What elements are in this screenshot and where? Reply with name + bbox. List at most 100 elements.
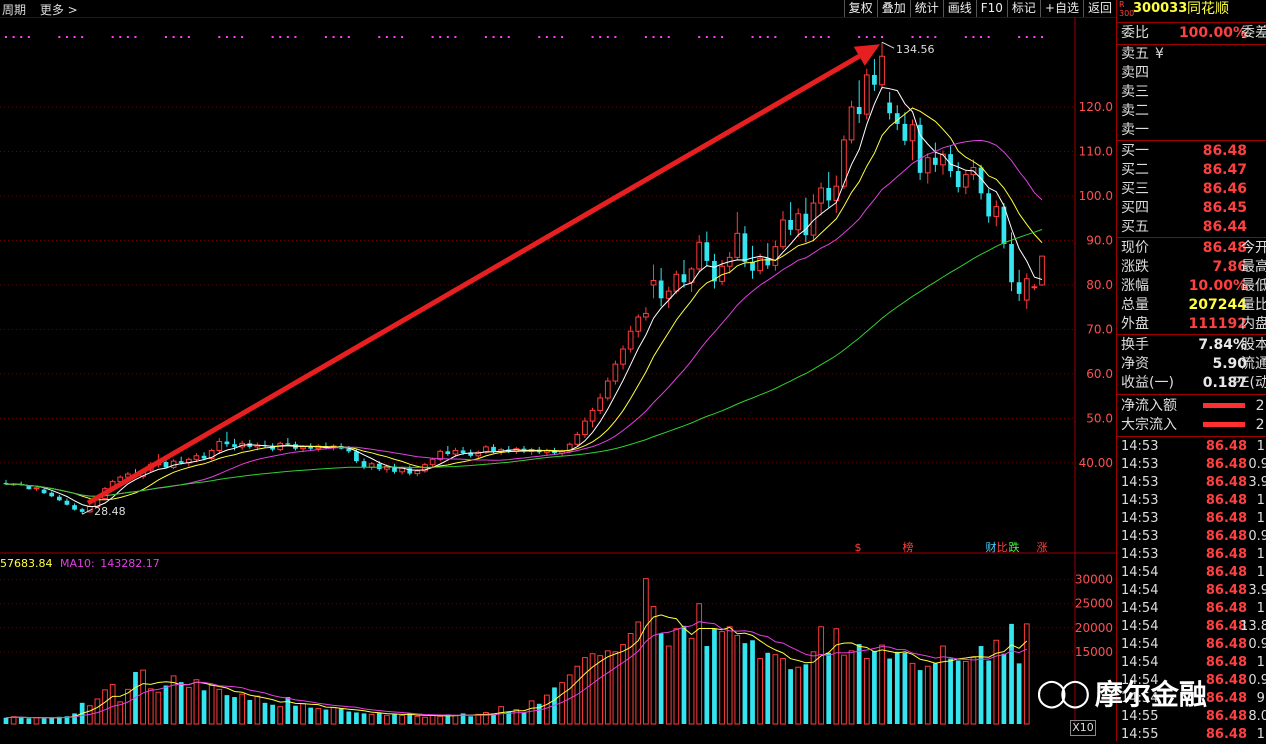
- tick-volume: 9.: [1256, 691, 1266, 706]
- signal-dot: [279, 36, 282, 38]
- signal-dot: [58, 36, 61, 38]
- tick-time: 14:53: [1121, 511, 1159, 526]
- watermark-logo: ○○ 摩尔金融: [1036, 672, 1207, 713]
- back-button[interactable]: 返回: [1082, 0, 1116, 17]
- stock-badge: R 300: [1119, 0, 1134, 18]
- tick-price: 86.48: [1205, 457, 1247, 472]
- volume-bar: [102, 689, 108, 725]
- volume-bar: [315, 708, 322, 725]
- volume-bar: [681, 625, 687, 724]
- tick-row: 14:54 86.48 13.8: [1121, 618, 1266, 636]
- sell-row: 卖三: [1121, 83, 1266, 101]
- candle-body: [795, 213, 802, 231]
- period-menu[interactable]: 周期: [2, 3, 26, 17]
- signal-dot: [538, 36, 541, 38]
- volume-bar: [368, 713, 375, 725]
- more-menu[interactable]: 更多 >: [40, 3, 78, 17]
- volume-bar: [468, 716, 474, 724]
- f10-button[interactable]: F10: [975, 0, 1007, 17]
- volume-bar: [308, 707, 314, 724]
- candle-body: [41, 489, 47, 494]
- restore-rights-button[interactable]: 复权: [843, 0, 877, 17]
- signal-dot: [926, 36, 929, 38]
- tick-time: 14:54: [1121, 637, 1159, 652]
- volume-bar: [643, 578, 649, 725]
- candle-body: [650, 280, 657, 286]
- volume-bar: [185, 686, 192, 725]
- signal-dot: [919, 36, 922, 38]
- signal-dot: [812, 36, 815, 38]
- candle-body: [361, 461, 367, 468]
- candle-body: [460, 450, 466, 454]
- volume-bar: [376, 712, 382, 724]
- candle-body: [170, 460, 177, 468]
- statistics-button[interactable]: 统计: [909, 0, 943, 17]
- volume-bar: [33, 717, 40, 725]
- quote-tail: 量比: [1241, 297, 1266, 313]
- sell-label: 卖二: [1121, 103, 1149, 119]
- volume-bar: [399, 714, 405, 725]
- signal-dot: [1033, 36, 1036, 38]
- volume-bar: [818, 626, 824, 725]
- signal-dot: [164, 36, 167, 38]
- tick-time: 14:54: [1121, 565, 1159, 580]
- mark-button[interactable]: 标记: [1006, 0, 1040, 17]
- volume-bar: [384, 714, 390, 725]
- signal-dot: [454, 36, 457, 38]
- add-watchlist-button[interactable]: +自选: [1039, 0, 1083, 17]
- divider: [1117, 394, 1266, 395]
- volume-bar: [407, 713, 413, 724]
- volume-bar: [917, 670, 923, 724]
- volume-multiplier[interactable]: X10: [1070, 720, 1096, 736]
- draw-line-button[interactable]: 画线: [942, 0, 976, 17]
- tick-time: 14:54: [1121, 619, 1159, 634]
- buy-row: 买一 86.48: [1121, 142, 1266, 160]
- ma20-line: [5, 139, 1043, 497]
- volume-bar: [719, 631, 725, 725]
- candle-body: [491, 446, 496, 452]
- volume-bar: [665, 645, 672, 725]
- signal-dot: [774, 36, 777, 38]
- sell-label: 卖三: [1121, 84, 1149, 100]
- volume-bar: [902, 652, 908, 724]
- tick-volume: 0.9: [1248, 529, 1266, 544]
- volume-bar: [788, 669, 793, 724]
- buy-price: 86.48: [1202, 143, 1247, 159]
- candle-body: [33, 487, 40, 490]
- weibi-row: 委比 100.00% 委差: [1121, 24, 1266, 42]
- high-label: 134.56: [896, 43, 935, 56]
- tick-price: 86.48: [1205, 493, 1247, 508]
- candle-body: [26, 486, 32, 490]
- volume-bar: [528, 700, 535, 725]
- volume-bar: [543, 694, 550, 725]
- flow-tail: 2.: [1255, 417, 1266, 433]
- tick-row: 14:53 86.48 1.: [1121, 510, 1266, 528]
- candle-body: [986, 193, 992, 217]
- buy-label: 买五: [1121, 219, 1149, 235]
- volume-tick-label: 20000: [1075, 621, 1113, 635]
- signal-dot: [65, 36, 68, 38]
- tick-row: 14:53 86.48 3.9: [1121, 474, 1266, 492]
- flow-bar: [1203, 422, 1245, 427]
- volume-bar: [232, 697, 237, 724]
- candle-body: [178, 461, 184, 463]
- fin-label: 收益(一): [1121, 375, 1174, 391]
- candle-body: [627, 330, 634, 350]
- candle-body: [1016, 282, 1022, 294]
- tick-row: 14:53 86.48 0.9: [1121, 456, 1266, 474]
- quote-row: 涨幅 10.00% 最低: [1121, 277, 1266, 295]
- signal-dot: [721, 36, 724, 38]
- candle-body: [597, 397, 604, 411]
- stock-header: R 300 300033 同花顺: [1119, 0, 1266, 20]
- volume-bar: [178, 682, 184, 724]
- candle-body: [452, 449, 459, 455]
- tick-price: 86.48: [1205, 547, 1247, 562]
- overlay-button[interactable]: 叠加: [876, 0, 910, 17]
- volume-bar: [414, 715, 421, 725]
- buy-price: 86.47: [1202, 162, 1247, 178]
- buy-row: 买三 86.46: [1121, 180, 1266, 198]
- tick-volume: 1.: [1256, 727, 1266, 742]
- event-marker: 财: [986, 540, 997, 554]
- kline-chart[interactable]: 120.0 110.0 100.0 90.0 80.0 70.0 60.0 50.0 40.00…: [0, 18, 1116, 741]
- candle-body: [856, 106, 862, 115]
